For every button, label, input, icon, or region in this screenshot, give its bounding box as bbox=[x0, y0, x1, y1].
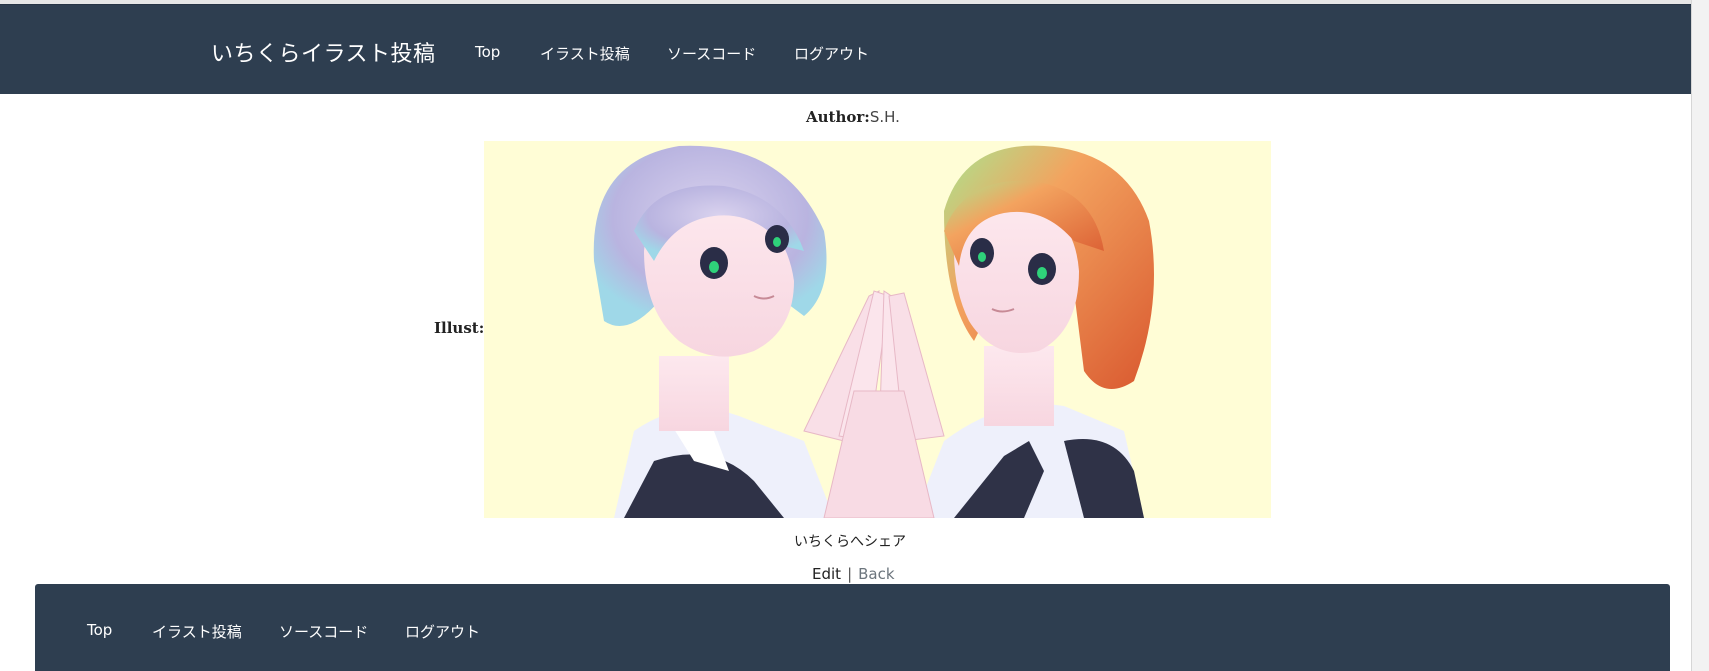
back-link[interactable]: Back bbox=[858, 565, 894, 583]
footer-link-source-code[interactable]: ソースコード bbox=[279, 621, 368, 642]
footer-link-logout[interactable]: ログアウト bbox=[405, 621, 480, 642]
nav-link-top[interactable]: Top bbox=[475, 43, 500, 61]
footer-link-top[interactable]: Top bbox=[87, 621, 112, 639]
post-actions: Edit | Back bbox=[812, 565, 895, 583]
nav-link-logout[interactable]: ログアウト bbox=[794, 43, 869, 64]
author-line: Author:S.H. bbox=[806, 108, 900, 126]
edit-link[interactable]: Edit bbox=[812, 565, 841, 583]
scrollbar-track[interactable] bbox=[1691, 0, 1709, 671]
footer-navbar: Top イラスト投稿 ソースコード ログアウト bbox=[35, 584, 1670, 671]
top-navbar: いちくらイラスト投稿 Top イラスト投稿 ソースコード ログアウト bbox=[0, 4, 1709, 94]
nav-link-source-code[interactable]: ソースコード bbox=[667, 43, 756, 64]
footer-link-post-illust[interactable]: イラスト投稿 bbox=[152, 621, 242, 642]
illustration-image bbox=[484, 141, 1271, 518]
brand-link[interactable]: いちくらイラスト投稿 bbox=[211, 36, 436, 68]
illust-label: Illust: bbox=[434, 319, 485, 337]
action-separator: | bbox=[847, 565, 853, 583]
post-detail: Author:S.H. Illust: いちくらへシェア Edit | Back bbox=[0, 94, 1709, 584]
author-label: Author: bbox=[806, 108, 870, 126]
share-to-ichikura-link[interactable]: いちくらへシェア bbox=[794, 531, 906, 551]
illustration-drawing bbox=[484, 141, 1271, 518]
nav-link-post-illust[interactable]: イラスト投稿 bbox=[540, 43, 630, 64]
author-value: S.H. bbox=[869, 108, 900, 126]
